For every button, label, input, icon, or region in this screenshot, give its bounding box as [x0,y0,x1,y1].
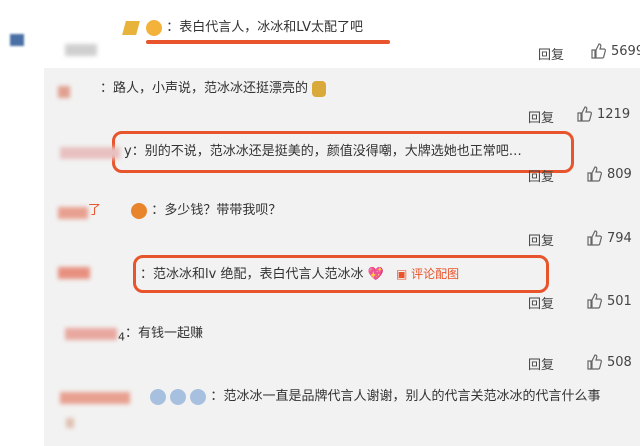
avatar-blur [58,86,70,98]
comment-picture-label: 评论配图 [411,267,460,281]
like-button[interactable]: 501 [586,293,632,309]
comment-text: 多少钱？带带我呗？ [164,203,282,218]
avatar-blur [58,207,88,219]
comment-5: ：范冰冰和lv 绝配，表白代言人范冰冰 💖 ▣ 评论配图 [140,265,459,284]
reply-button[interactable]: 回复 [528,166,554,185]
comment-separator: ： [125,326,139,341]
like-button[interactable]: 1219 [576,106,630,122]
comment-text: 范冰冰一直是品牌代言人谢谢，别人的代言关范冰冰的代言什么事 [223,389,601,404]
comment-3: y：别的不说，范冰冰还是挺美的，颜值没得嘲，大牌选她也正常吧… [124,143,522,161]
comment-separator: ： [140,267,154,282]
reply-button[interactable]: 回复 [538,44,564,63]
emoji-face-icon [150,388,166,405]
thumbs-up-icon [577,106,592,122]
reply-button[interactable]: 回复 [528,354,554,373]
like-count: 501 [607,293,632,309]
avatar-blur [65,44,97,56]
avatar-blur [66,418,74,428]
reply-button[interactable]: 回复 [528,107,554,126]
comment-text: 路人，小声说，范冰冰还挺漂亮的 [113,81,309,96]
like-button[interactable]: 5699 [590,43,640,59]
comment-separator: ： [166,20,180,35]
comment-prefix: 了 [88,203,102,218]
reply-button[interactable]: 回复 [528,230,554,249]
comment-4: 了 ：多少钱？带带我呗？ [88,202,281,220]
comment-text: 范冰冰和lv 绝配，表白代言人范冰冰 [153,267,364,282]
comment-1: ：表白代言人，冰冰和LV太配了吧 [122,19,364,37]
comment-separator: ： [100,81,114,96]
thumbs-up-icon [591,43,606,59]
avatar-blur [65,328,117,340]
emoji-face-icon [146,19,163,36]
reply-button[interactable]: 回复 [528,293,554,312]
comment-7: ：范冰冰一直是品牌代言人谢谢，别人的代言关范冰冰的代言什么事 [150,388,600,406]
comment-picture-link[interactable]: ▣ 评论配图 [396,267,459,281]
like-button[interactable]: 794 [586,230,632,246]
emoji-face-icon [170,388,187,405]
emoji-face-icon [131,202,148,219]
like-button[interactable]: 508 [586,354,632,370]
comment-text: 有钱一起赚 [138,326,204,341]
like-count: 5699 [611,43,640,59]
emoji-face-icon [190,388,207,405]
thumbs-up-icon [587,293,602,309]
comment-2: ：路人，小声说，范冰冰还挺漂亮的 [100,80,327,98]
image-icon: ▣ [395,267,408,281]
avatar-blur [58,267,90,279]
comment-separator: ： [151,203,165,218]
heart-emoji-icon: 💖 [367,267,384,282]
edit-icon [122,20,140,35]
comment-prefix: 4 [118,330,125,344]
like-count: 809 [607,166,632,182]
like-count: 508 [607,354,632,370]
comment-separator: y： [124,144,145,159]
avatar-blur [60,147,120,159]
comment-text: 表白代言人，冰冰和LV太配了吧 [179,20,364,35]
comment-text: 别的不说，范冰冰还是挺美的，颜值没得嘲，大牌选她也正常吧… [144,144,522,159]
thumbs-up-icon [587,354,602,370]
like-count: 1219 [597,106,631,122]
avatar-blur [10,34,24,46]
comment-separator: ： [210,389,224,404]
comment-6: 4：有钱一起赚 [118,325,203,347]
like-button[interactable]: 809 [586,166,632,182]
avatar-blur [60,392,130,404]
thumbs-up-icon [587,166,602,182]
highlight-underline [146,40,390,44]
thumbs-up-icon [587,230,602,246]
like-count: 794 [607,230,632,246]
emoji-face-icon [312,80,327,97]
